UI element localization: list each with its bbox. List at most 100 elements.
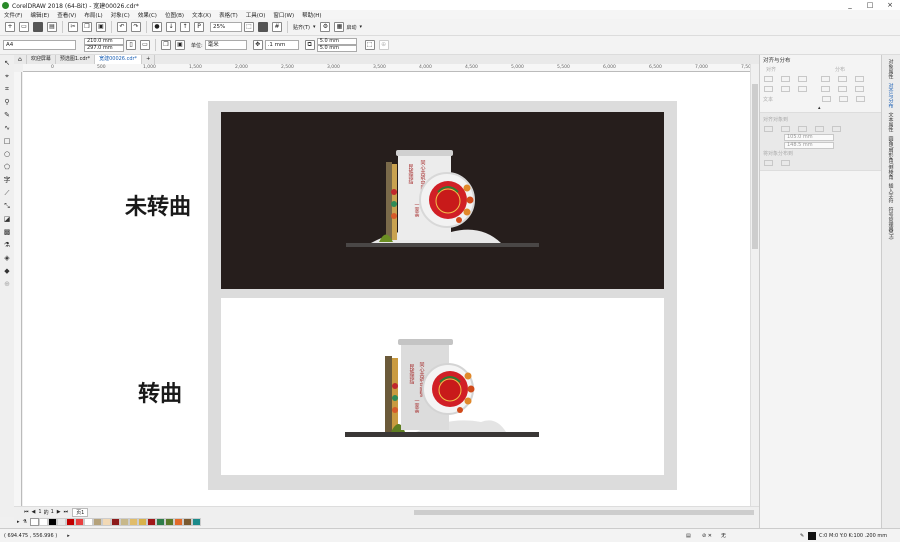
color-swatch[interactable]: [129, 517, 138, 526]
color-swatch[interactable]: [120, 517, 129, 526]
text-tool-icon[interactable]: 字: [2, 175, 12, 185]
menu-edit[interactable]: 编辑(E): [30, 11, 49, 19]
color-swatch[interactable]: [192, 517, 201, 526]
polygon-tool-icon[interactable]: ⬠: [2, 162, 12, 172]
active-objects-icon[interactable]: [764, 126, 773, 132]
drawing-canvas[interactable]: 未转曲 转曲 民族团结 同心共筑中国梦 一家亲 民族团结 同心共筑中国梦 一家亲: [23, 72, 750, 506]
launch-label[interactable]: 启动: [346, 24, 356, 31]
duplicate-y-field[interactable]: 5.0 mm: [316, 45, 357, 52]
rectangle-tool-icon[interactable]: □: [2, 136, 12, 146]
menu-tools[interactable]: 工具(O): [246, 11, 266, 19]
white-design-panel[interactable]: 民族团结 同心共筑中国梦 一家亲: [221, 298, 664, 475]
pick-tool-icon[interactable]: ↖: [2, 58, 12, 68]
new-tab-icon[interactable]: +: [142, 55, 156, 64]
cut-icon[interactable]: ✂: [68, 22, 78, 32]
paste-icon[interactable]: ▣: [96, 22, 106, 32]
horizontal-scroll-thumb[interactable]: [414, 510, 754, 515]
close-button[interactable]: ×: [882, 0, 898, 10]
page-size-select[interactable]: A4: [3, 40, 76, 50]
distribute-selection-icon[interactable]: [764, 160, 773, 166]
crop-tool-icon[interactable]: ⌗: [2, 84, 12, 94]
print-icon[interactable]: ▤: [47, 22, 57, 32]
distribute-top-icon[interactable]: [821, 86, 830, 92]
shape-tool-icon[interactable]: ⌖: [2, 71, 12, 81]
prev-page-icon[interactable]: ◀: [32, 509, 36, 515]
menu-bitmaps[interactable]: 位图(B): [165, 11, 184, 19]
color-swatch[interactable]: [102, 517, 111, 526]
add-tool-icon[interactable]: ⊕: [2, 279, 12, 289]
color-swatch[interactable]: [39, 517, 48, 526]
copy-icon[interactable]: ❐: [82, 22, 92, 32]
color-swatch[interactable]: [48, 517, 57, 526]
distribute-middle-icon[interactable]: [838, 86, 847, 92]
tab-align-distribute[interactable]: 对齐与分布: [888, 83, 895, 108]
menu-help[interactable]: 帮助(H): [302, 11, 321, 19]
align-left-icon[interactable]: [764, 76, 773, 82]
zoom-level-select[interactable]: 25%: [210, 22, 242, 32]
text-first-line-icon[interactable]: [822, 96, 832, 102]
page-edge-icon[interactable]: [781, 126, 790, 132]
x-position-field[interactable]: 105.0 mm: [784, 134, 834, 141]
save-icon[interactable]: [33, 22, 43, 32]
duplicate-x-field[interactable]: 5.0 mm: [316, 38, 357, 45]
color-swatch[interactable]: [183, 517, 192, 526]
color-swatch[interactable]: [75, 517, 84, 526]
drop-shadow-icon[interactable]: ◪: [2, 214, 12, 224]
ellipse-tool-icon[interactable]: ○: [2, 149, 12, 159]
palette-arrow-icon[interactable]: ▸: [17, 519, 20, 525]
snap-to-dropdown[interactable]: 贴齐(T): [293, 24, 310, 31]
maximize-button[interactable]: □: [862, 0, 878, 10]
horizontal-ruler[interactable]: -1,00005001,0001,5002,0002,5003,0003,500…: [23, 64, 750, 72]
y-position-field[interactable]: 148.5 mm: [784, 142, 834, 149]
nudge-distance-field[interactable]: .1 mm: [264, 40, 299, 50]
color-swatch[interactable]: [84, 517, 93, 526]
distribute-left-icon[interactable]: [821, 76, 830, 82]
menu-layout[interactable]: 布局(L): [84, 11, 102, 19]
dark-design-panel[interactable]: 民族团结 同心共筑中国梦 一家亲: [221, 112, 664, 289]
artistic-media-icon[interactable]: ∿: [2, 123, 12, 133]
first-page-icon[interactable]: ⏮: [24, 509, 29, 515]
vertical-scrollbar[interactable]: [750, 64, 759, 506]
page-center-icon[interactable]: [798, 126, 807, 132]
all-pages-icon[interactable]: ❐: [161, 40, 171, 50]
menu-table[interactable]: 表格(T): [219, 11, 238, 19]
distribute-center-icon[interactable]: [838, 76, 847, 82]
freehand-tool-icon[interactable]: ✎: [2, 110, 12, 120]
page-width-field[interactable]: 210.0 mm: [84, 38, 124, 45]
transparency-tool-icon[interactable]: ▩: [2, 227, 12, 237]
align-center-v-icon[interactable]: [781, 86, 790, 92]
menu-object[interactable]: 对象(C): [111, 11, 130, 19]
page-height-field[interactable]: 297.0 mm: [84, 45, 124, 52]
tab-text-properties[interactable]: 文本属性: [888, 112, 895, 132]
export-icon[interactable]: ↑: [180, 22, 190, 32]
align-bottom-icon[interactable]: [798, 86, 807, 92]
search-content-icon[interactable]: ●: [152, 22, 162, 32]
undo-icon[interactable]: ↶: [117, 22, 127, 32]
color-swatch[interactable]: [111, 517, 120, 526]
smart-fill-icon[interactable]: ◆: [2, 266, 12, 276]
open-folder-icon[interactable]: ▭: [19, 22, 29, 32]
color-swatch[interactable]: [156, 517, 165, 526]
page-frame-icon[interactable]: ⬚: [364, 40, 375, 50]
add-icon[interactable]: ⊕: [378, 40, 389, 50]
no-fill-swatch[interactable]: [30, 517, 39, 526]
text-last-line-icon[interactable]: [839, 96, 849, 102]
vertical-scroll-thumb[interactable]: [752, 84, 758, 249]
menu-file[interactable]: 文件(F): [4, 11, 22, 19]
text-bbox-icon[interactable]: [856, 96, 866, 102]
connector-tool-icon[interactable]: ⤡: [2, 201, 12, 211]
color-swatch[interactable]: [138, 517, 147, 526]
menu-view[interactable]: 查看(V): [57, 11, 76, 19]
import-icon[interactable]: ↓: [166, 22, 176, 32]
new-document-icon[interactable]: +: [5, 22, 15, 32]
color-swatch[interactable]: [93, 517, 102, 526]
home-icon[interactable]: ⌂: [14, 55, 27, 64]
eyedropper-icon[interactable]: ⚗: [2, 240, 12, 250]
redo-icon[interactable]: ↷: [131, 22, 141, 32]
interactive-fill-icon[interactable]: ◈: [2, 253, 12, 263]
menu-effects[interactable]: 效果(C): [138, 11, 157, 19]
show-grid-icon[interactable]: #: [272, 22, 282, 32]
show-rulers-icon[interactable]: [258, 22, 268, 32]
tab-preview-doc[interactable]: 预选图1.cdr*: [56, 55, 96, 64]
menu-window[interactable]: 窗口(W): [273, 11, 294, 19]
